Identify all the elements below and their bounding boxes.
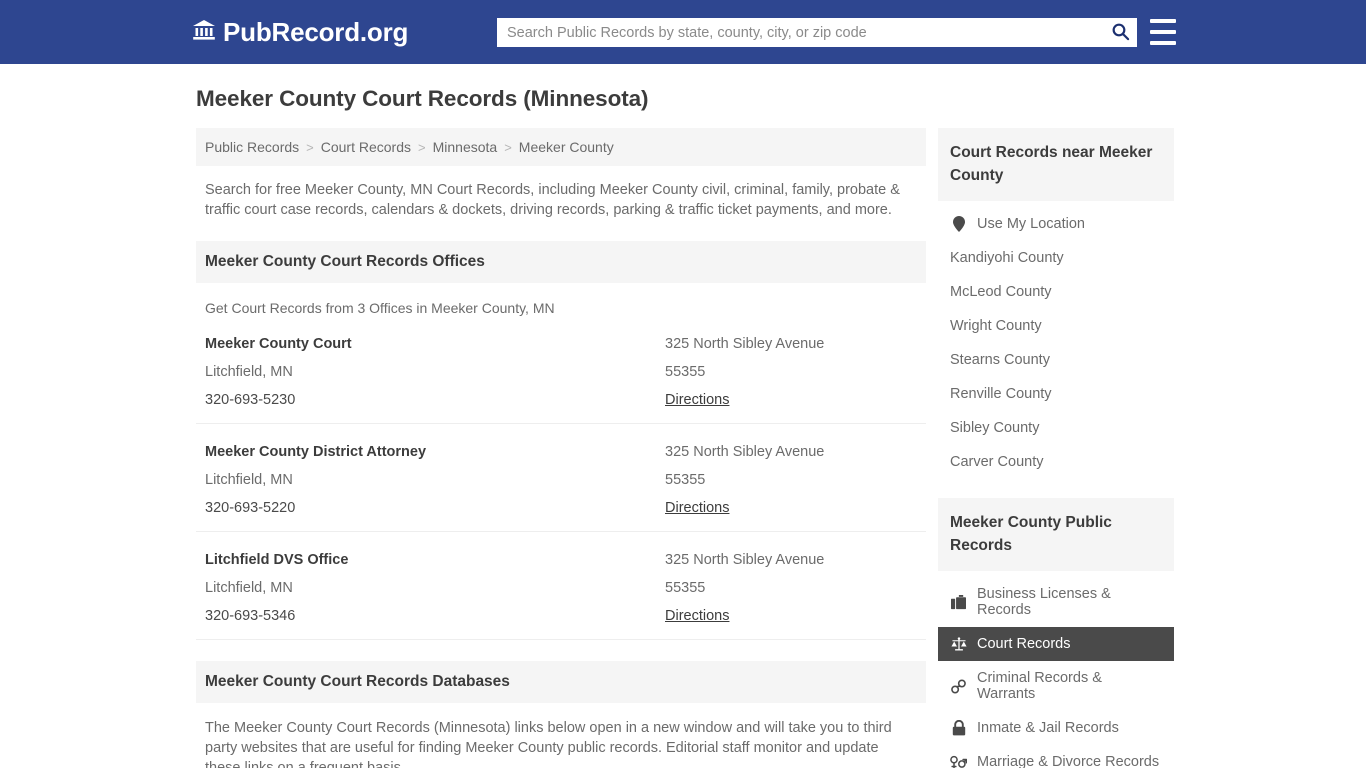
office-address-block: 325 North Sibley Avenue 55355 Directions (665, 552, 926, 624)
sidebar: Court Records near Meeker County Use My … (938, 128, 1174, 768)
bank-building-icon (192, 18, 216, 47)
sidebar-public-records-list: Business Licenses & Records Court Record… (938, 571, 1174, 768)
briefcase-icon (950, 594, 967, 610)
sidebar-item-criminal-records[interactable]: Criminal Records & Warrants (938, 661, 1174, 711)
office-name: Meeker County Court (205, 336, 352, 352)
handcuffs-icon (950, 679, 967, 694)
sidebar-nearby-list: Use My Location Kandiyohi County McLeod … (938, 201, 1174, 479)
sidebar-item-label: Kandiyohi County (950, 250, 1064, 266)
directions-link[interactable]: Directions (665, 392, 926, 408)
sidebar-item-renville-county[interactable]: Renville County (938, 377, 1174, 411)
sidebar-public-records-heading: Meeker County Public Records (938, 498, 1174, 571)
menu-bar-3 (1150, 41, 1176, 45)
office-row: Meeker County District Attorney Litchfie… (196, 424, 926, 532)
search-input[interactable] (497, 18, 1103, 47)
office-zip: 55355 (665, 364, 706, 380)
search-bar (497, 18, 1137, 47)
office-zip: 55355 (665, 472, 706, 488)
office-phone[interactable]: 320-693-5220 (205, 500, 665, 516)
office-name: Litchfield DVS Office (205, 552, 349, 568)
sidebar-item-inmate-jail-records[interactable]: Inmate & Jail Records (938, 711, 1174, 745)
sidebar-item-label: Stearns County (950, 352, 1050, 368)
content-columns: Public Records > Court Records > Minneso… (0, 128, 1366, 768)
sidebar-item-label: Business Licenses & Records (977, 586, 1111, 618)
office-address-block: 325 North Sibley Avenue 55355 Directions (665, 444, 926, 516)
sidebar-item-label: McLeod County (950, 284, 1052, 300)
office-city-state: Litchfield, MN (205, 580, 293, 596)
sidebar-item-marriage-divorce-records[interactable]: Marriage & Divorce Records (938, 745, 1174, 768)
page-title: Meeker County Court Records (Minnesota) (196, 86, 649, 111)
page-intro-text: Search for free Meeker County, MN Court … (205, 182, 900, 218)
office-address: 325 North Sibley Avenue (665, 444, 825, 460)
sidebar-item-label: Marriage & Divorce Records (977, 754, 1160, 768)
menu-bar-1 (1150, 19, 1176, 23)
sidebar-item-sibley-county[interactable]: Sibley County (938, 411, 1174, 445)
office-address-block: 325 North Sibley Avenue 55355 Directions (665, 336, 926, 408)
sidebar-item-stearns-county[interactable]: Stearns County (938, 343, 1174, 377)
sidebar-item-mcleod-county[interactable]: McLeod County (938, 275, 1174, 309)
lock-icon (950, 720, 967, 736)
office-details: Litchfield DVS Office Litchfield, MN 320… (205, 552, 665, 624)
sidebar-item-business-licenses[interactable]: Business Licenses & Records (938, 577, 1174, 627)
office-zip: 55355 (665, 580, 706, 596)
sidebar-item-wright-county[interactable]: Wright County (938, 309, 1174, 343)
directions-link[interactable]: Directions (665, 500, 926, 516)
sidebar-item-label: Use My Location (977, 216, 1085, 232)
office-name: Meeker County District Attorney (205, 444, 427, 460)
office-address: 325 North Sibley Avenue (665, 336, 825, 352)
sidebar-item-label: Inmate & Jail Records (977, 720, 1119, 736)
office-city-state: Litchfield, MN (205, 364, 293, 380)
page-body: Meeker County Court Records (Minnesota) … (0, 64, 1366, 768)
breadcrumb-item-court-records[interactable]: Court Records (321, 139, 411, 155)
sidebar-item-label: Sibley County (950, 420, 1040, 436)
hamburger-menu-icon[interactable] (1150, 19, 1176, 45)
search-icon (1111, 22, 1130, 44)
sidebar-item-court-records[interactable]: Court Records (938, 627, 1174, 661)
office-row: Litchfield DVS Office Litchfield, MN 320… (196, 532, 926, 640)
breadcrumb-separator: > (504, 139, 512, 155)
breadcrumb-item-meeker-county[interactable]: Meeker County (519, 139, 614, 155)
databases-intro-text: The Meeker County Court Records (Minneso… (205, 720, 892, 768)
breadcrumb-separator: > (418, 139, 426, 155)
offices-section-subheading: Get Court Records from 3 Offices in Meek… (205, 300, 555, 316)
office-details: Meeker County District Attorney Litchfie… (205, 444, 665, 516)
office-city-state: Litchfield, MN (205, 472, 293, 488)
menu-bar-2 (1150, 30, 1176, 34)
sidebar-nearby-heading: Court Records near Meeker County (938, 128, 1174, 201)
gender-symbols-icon (950, 755, 967, 768)
office-address: 325 North Sibley Avenue (665, 552, 825, 568)
breadcrumb-item-public-records[interactable]: Public Records (205, 139, 299, 155)
databases-section-heading: Meeker County Court Records Databases (196, 661, 926, 703)
map-pin-icon (950, 216, 967, 232)
main-content: Public Records > Court Records > Minneso… (196, 128, 926, 768)
site-logo-text: PubRecord.org (223, 17, 409, 47)
directions-link[interactable]: Directions (665, 608, 926, 624)
breadcrumb-item-minnesota[interactable]: Minnesota (433, 139, 498, 155)
scales-of-justice-icon (950, 636, 967, 652)
sidebar-item-label: Carver County (950, 454, 1044, 470)
office-row: Meeker County Court Litchfield, MN 320-6… (196, 316, 926, 424)
breadcrumb: Public Records > Court Records > Minneso… (196, 128, 926, 166)
sidebar-item-label: Criminal Records & Warrants (977, 670, 1102, 702)
office-phone[interactable]: 320-693-5346 (205, 608, 665, 624)
site-header: PubRecord.org (0, 0, 1366, 64)
sidebar-item-kandiyohi-county[interactable]: Kandiyohi County (938, 241, 1174, 275)
search-button[interactable] (1103, 18, 1137, 47)
offices-section-heading: Meeker County Court Records Offices (196, 241, 926, 283)
sidebar-item-label: Court Records (977, 636, 1071, 652)
office-details: Meeker County Court Litchfield, MN 320-6… (205, 336, 665, 408)
sidebar-item-label: Renville County (950, 386, 1052, 402)
office-phone[interactable]: 320-693-5230 (205, 392, 665, 408)
site-logo[interactable]: PubRecord.org (192, 18, 408, 47)
sidebar-item-label: Wright County (950, 318, 1042, 334)
breadcrumb-separator: > (306, 139, 314, 155)
sidebar-item-carver-county[interactable]: Carver County (938, 445, 1174, 479)
sidebar-item-use-my-location[interactable]: Use My Location (938, 207, 1174, 241)
